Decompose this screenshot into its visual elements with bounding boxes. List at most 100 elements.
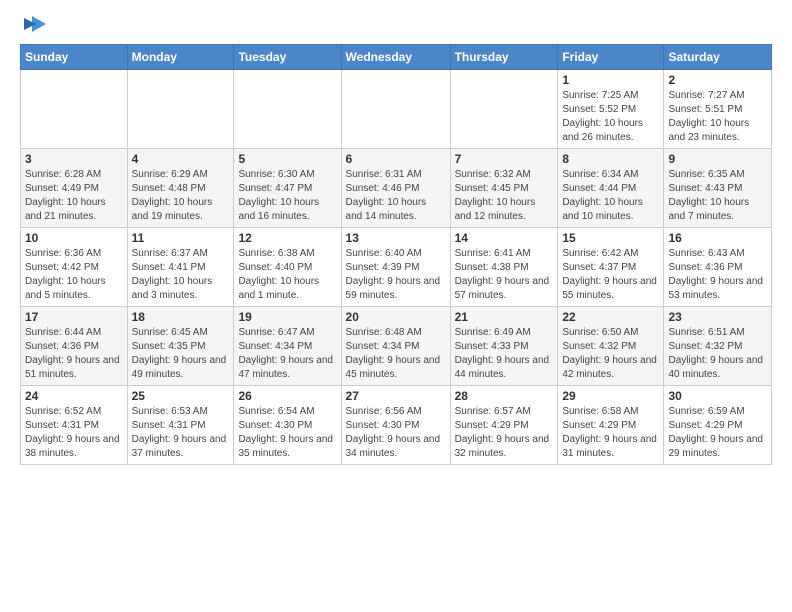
day-info: Sunrise: 6:45 AM Sunset: 4:35 PM Dayligh…	[132, 326, 230, 382]
day-info: Sunrise: 6:28 AM Sunset: 4:49 PM Dayligh…	[25, 168, 123, 224]
day-number: 17	[25, 310, 123, 324]
day-info: Sunrise: 6:44 AM Sunset: 4:36 PM Dayligh…	[25, 326, 123, 382]
weekday-header-wednesday: Wednesday	[341, 45, 450, 70]
calendar-header-row: SundayMondayTuesdayWednesdayThursdayFrid…	[21, 45, 772, 70]
day-info: Sunrise: 6:58 AM Sunset: 4:29 PM Dayligh…	[562, 405, 659, 461]
logo-icon	[24, 16, 46, 34]
calendar-cell: 24 Sunrise: 6:52 AM Sunset: 4:31 PM Dayli…	[21, 386, 128, 465]
day-number: 19	[238, 310, 336, 324]
day-info: Sunrise: 6:47 AM Sunset: 4:34 PM Dayligh…	[238, 326, 336, 382]
day-number: 16	[668, 231, 767, 245]
calendar-cell: 11 Sunrise: 6:37 AM Sunset: 4:41 PM Dayli…	[127, 228, 234, 307]
day-info: Sunrise: 6:30 AM Sunset: 4:47 PM Dayligh…	[238, 168, 336, 224]
calendar-week-1: 1 Sunrise: 7:25 AM Sunset: 5:52 PM Daylig…	[21, 70, 772, 149]
calendar-cell	[234, 70, 341, 149]
day-number: 6	[346, 152, 446, 166]
calendar-cell: 30 Sunrise: 6:59 AM Sunset: 4:29 PM Dayli…	[664, 386, 772, 465]
calendar-cell: 23 Sunrise: 6:51 AM Sunset: 4:32 PM Dayli…	[664, 307, 772, 386]
day-number: 4	[132, 152, 230, 166]
day-number: 18	[132, 310, 230, 324]
day-number: 30	[668, 389, 767, 403]
day-info: Sunrise: 6:50 AM Sunset: 4:32 PM Dayligh…	[562, 326, 659, 382]
calendar-cell: 3 Sunrise: 6:28 AM Sunset: 4:49 PM Daylig…	[21, 149, 128, 228]
calendar-cell: 13 Sunrise: 6:40 AM Sunset: 4:39 PM Dayli…	[341, 228, 450, 307]
day-info: Sunrise: 6:53 AM Sunset: 4:31 PM Dayligh…	[132, 405, 230, 461]
day-info: Sunrise: 6:38 AM Sunset: 4:40 PM Dayligh…	[238, 247, 336, 303]
calendar-cell: 1 Sunrise: 7:25 AM Sunset: 5:52 PM Daylig…	[558, 70, 664, 149]
day-number: 8	[562, 152, 659, 166]
day-number: 13	[346, 231, 446, 245]
day-info: Sunrise: 6:57 AM Sunset: 4:29 PM Dayligh…	[455, 405, 554, 461]
day-number: 3	[25, 152, 123, 166]
calendar-week-2: 3 Sunrise: 6:28 AM Sunset: 4:49 PM Daylig…	[21, 149, 772, 228]
day-number: 5	[238, 152, 336, 166]
calendar-cell: 7Sunrise: 6:32 AM Sunset: 4:45 PM Daylig…	[450, 149, 558, 228]
day-info: Sunrise: 6:41 AM Sunset: 4:38 PM Dayligh…	[455, 247, 554, 303]
calendar-cell: 5 Sunrise: 6:30 AM Sunset: 4:47 PM Daylig…	[234, 149, 341, 228]
calendar-cell: 17 Sunrise: 6:44 AM Sunset: 4:36 PM Dayli…	[21, 307, 128, 386]
day-info: Sunrise: 6:36 AM Sunset: 4:42 PM Dayligh…	[25, 247, 123, 303]
day-number: 21	[455, 310, 554, 324]
day-info: Sunrise: 6:35 AM Sunset: 4:43 PM Dayligh…	[668, 168, 767, 224]
day-info: Sunrise: 6:52 AM Sunset: 4:31 PM Dayligh…	[25, 405, 123, 461]
day-info: Sunrise: 6:29 AM Sunset: 4:48 PM Dayligh…	[132, 168, 230, 224]
day-info: Sunrise: 6:40 AM Sunset: 4:39 PM Dayligh…	[346, 247, 446, 303]
calendar-cell: 8Sunrise: 6:34 AM Sunset: 4:44 PM Daylig…	[558, 149, 664, 228]
calendar-week-4: 17 Sunrise: 6:44 AM Sunset: 4:36 PM Dayli…	[21, 307, 772, 386]
day-info: Sunrise: 7:25 AM Sunset: 5:52 PM Dayligh…	[562, 89, 659, 145]
day-number: 14	[455, 231, 554, 245]
day-number: 24	[25, 389, 123, 403]
weekday-header-sunday: Sunday	[21, 45, 128, 70]
day-info: Sunrise: 6:43 AM Sunset: 4:36 PM Dayligh…	[668, 247, 767, 303]
calendar-cell: 16 Sunrise: 6:43 AM Sunset: 4:36 PM Dayli…	[664, 228, 772, 307]
calendar-cell	[341, 70, 450, 149]
day-number: 1	[562, 73, 659, 87]
calendar-cell: 6Sunrise: 6:31 AM Sunset: 4:46 PM Daylig…	[341, 149, 450, 228]
calendar-cell	[127, 70, 234, 149]
day-info: Sunrise: 6:49 AM Sunset: 4:33 PM Dayligh…	[455, 326, 554, 382]
calendar-cell: 14 Sunrise: 6:41 AM Sunset: 4:38 PM Dayli…	[450, 228, 558, 307]
day-number: 22	[562, 310, 659, 324]
day-info: Sunrise: 6:48 AM Sunset: 4:34 PM Dayligh…	[346, 326, 446, 382]
calendar-cell: 4 Sunrise: 6:29 AM Sunset: 4:48 PM Daylig…	[127, 149, 234, 228]
calendar-cell: 28 Sunrise: 6:57 AM Sunset: 4:29 PM Dayli…	[450, 386, 558, 465]
weekday-header-friday: Friday	[558, 45, 664, 70]
logo	[20, 16, 46, 34]
day-info: Sunrise: 6:51 AM Sunset: 4:32 PM Dayligh…	[668, 326, 767, 382]
page-header	[20, 16, 772, 34]
day-info: Sunrise: 6:32 AM Sunset: 4:45 PM Dayligh…	[455, 168, 554, 224]
calendar-cell	[21, 70, 128, 149]
calendar-cell: 29 Sunrise: 6:58 AM Sunset: 4:29 PM Dayli…	[558, 386, 664, 465]
calendar-cell: 2Sunrise: 7:27 AM Sunset: 5:51 PM Daylig…	[664, 70, 772, 149]
weekday-header-saturday: Saturday	[664, 45, 772, 70]
day-number: 11	[132, 231, 230, 245]
calendar-cell: 21 Sunrise: 6:49 AM Sunset: 4:33 PM Dayli…	[450, 307, 558, 386]
calendar-cell: 12 Sunrise: 6:38 AM Sunset: 4:40 PM Dayli…	[234, 228, 341, 307]
weekday-header-tuesday: Tuesday	[234, 45, 341, 70]
day-number: 26	[238, 389, 336, 403]
calendar-cell: 19 Sunrise: 6:47 AM Sunset: 4:34 PM Dayli…	[234, 307, 341, 386]
day-number: 12	[238, 231, 336, 245]
day-number: 29	[562, 389, 659, 403]
day-info: Sunrise: 6:59 AM Sunset: 4:29 PM Dayligh…	[668, 405, 767, 461]
day-info: Sunrise: 6:37 AM Sunset: 4:41 PM Dayligh…	[132, 247, 230, 303]
day-info: Sunrise: 6:42 AM Sunset: 4:37 PM Dayligh…	[562, 247, 659, 303]
day-number: 25	[132, 389, 230, 403]
day-number: 2	[668, 73, 767, 87]
day-number: 23	[668, 310, 767, 324]
day-number: 27	[346, 389, 446, 403]
day-number: 28	[455, 389, 554, 403]
calendar-cell: 9 Sunrise: 6:35 AM Sunset: 4:43 PM Daylig…	[664, 149, 772, 228]
calendar-table: SundayMondayTuesdayWednesdayThursdayFrid…	[20, 44, 772, 465]
calendar-week-3: 10 Sunrise: 6:36 AM Sunset: 4:42 PM Dayli…	[21, 228, 772, 307]
calendar-cell: 27 Sunrise: 6:56 AM Sunset: 4:30 PM Dayli…	[341, 386, 450, 465]
day-info: Sunrise: 6:54 AM Sunset: 4:30 PM Dayligh…	[238, 405, 336, 461]
day-info: Sunrise: 6:56 AM Sunset: 4:30 PM Dayligh…	[346, 405, 446, 461]
day-number: 9	[668, 152, 767, 166]
day-number: 20	[346, 310, 446, 324]
calendar-cell: 20 Sunrise: 6:48 AM Sunset: 4:34 PM Dayli…	[341, 307, 450, 386]
calendar-cell: 25 Sunrise: 6:53 AM Sunset: 4:31 PM Dayli…	[127, 386, 234, 465]
day-number: 10	[25, 231, 123, 245]
day-number: 15	[562, 231, 659, 245]
calendar-cell: 26 Sunrise: 6:54 AM Sunset: 4:30 PM Dayli…	[234, 386, 341, 465]
